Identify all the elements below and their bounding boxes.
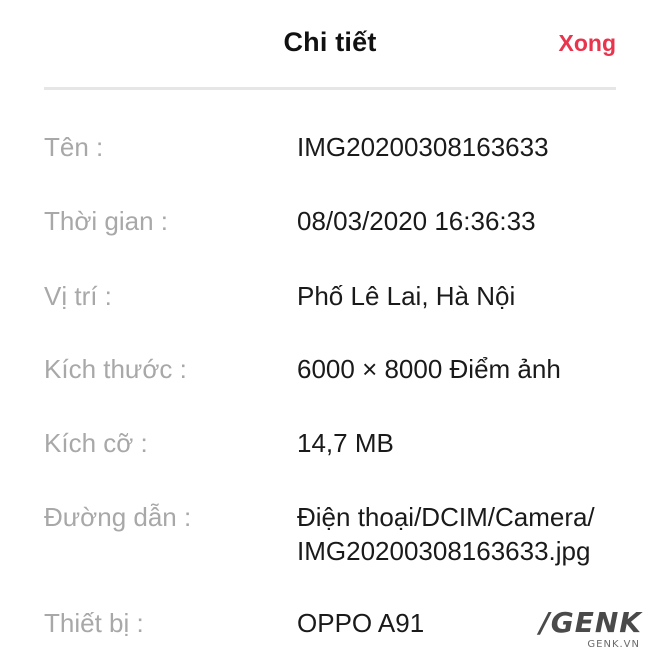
genk-logo: /GENK [539, 606, 642, 639]
path-value-line-1: Điện thoại/DCIM/Camera/ [297, 502, 595, 532]
path-value: Điện thoại/DCIM/Camera/ IMG2020030816363… [297, 500, 627, 568]
size-value: 14,7 MB [297, 428, 394, 458]
dimensions-value: 6000 × 8000 Điểm ảnh [297, 354, 561, 384]
path-label: Đường dẫn : [44, 502, 192, 532]
time-value: 08/03/2020 16:36:33 [297, 206, 536, 236]
name-value: IMG20200308163633 [297, 132, 549, 162]
genk-site-text: GENK.VN [587, 639, 640, 650]
dimensions-label: Kích thước : [44, 354, 187, 384]
name-label: Tên : [44, 132, 104, 162]
location-label: Vị trí : [44, 281, 112, 311]
size-label: Kích cỡ : [44, 428, 148, 458]
details-list: Tên : IMG20200308163633 Thời gian : 08/0… [0, 0, 660, 660]
device-label: Thiết bị : [44, 608, 144, 638]
location-value: Phố Lê Lai, Hà Nội [297, 281, 516, 311]
path-value-line-2: IMG20200308163633.jpg [297, 536, 591, 566]
time-label: Thời gian : [44, 206, 168, 236]
genk-watermark: /GENK GENK.VN [506, 606, 646, 652]
